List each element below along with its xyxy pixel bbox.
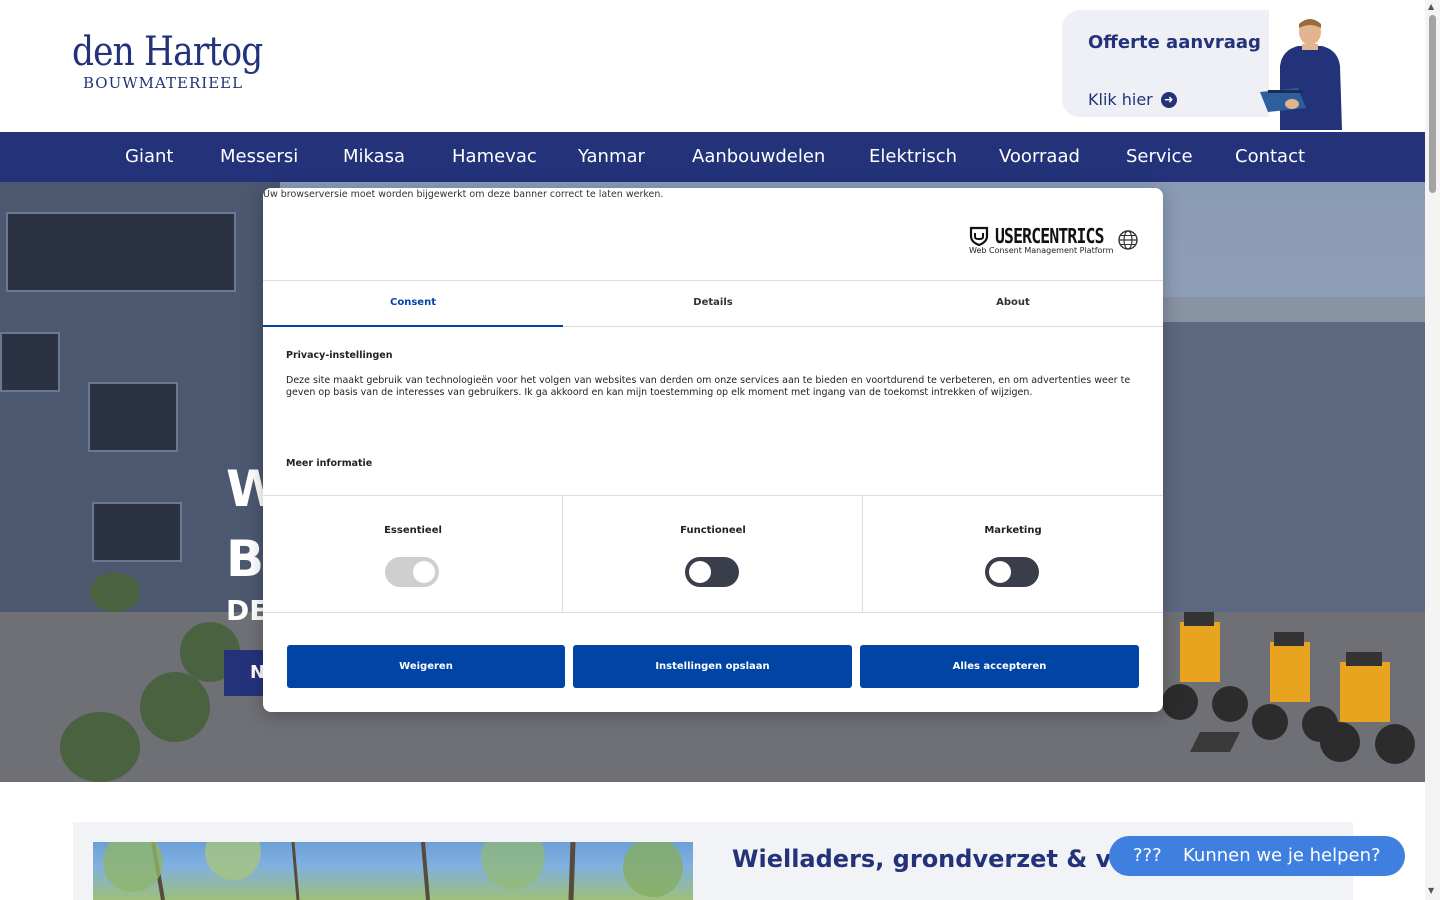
accept-all-button[interactable]: Alles accepteren	[860, 645, 1139, 688]
nav-item-service[interactable]: Service	[1126, 132, 1193, 182]
main-navigation: Giant Messersi Mikasa Hamevac Yanmar Aan…	[0, 132, 1425, 182]
category-label: Essentieel	[384, 525, 442, 536]
arrow-right-icon: ➜	[1160, 91, 1177, 108]
nav-item-hamevac[interactable]: Hamevac	[452, 132, 537, 182]
page-scrollbar[interactable]: ▲ ▼	[1425, 0, 1440, 900]
consent-dialog: Uw browserversie moet worden bijgewerkt …	[263, 188, 1163, 712]
hero-plant	[140, 672, 210, 742]
category-functional: Functioneel	[563, 496, 863, 612]
usercentrics-tagline: Web Consent Management Platform	[969, 246, 1114, 255]
category-marketing: Marketing	[863, 496, 1163, 612]
quote-request-link-label: Klik hier	[1088, 90, 1153, 109]
hero-plant	[60, 712, 140, 782]
tab-about[interactable]: About	[863, 281, 1163, 327]
consent-tabs: Consent Details About	[263, 280, 1163, 327]
nav-item-yanmar[interactable]: Yanmar	[578, 132, 645, 182]
consent-categories: Essentieel Functioneel Marketing	[263, 495, 1163, 613]
shield-icon	[969, 226, 989, 246]
logo-subtitle: BOUWMATERIEEL	[83, 74, 244, 92]
nav-item-mikasa[interactable]: Mikasa	[343, 132, 405, 182]
essential-toggle	[385, 557, 439, 587]
marketing-toggle[interactable]	[985, 557, 1039, 587]
salesman-photo	[1260, 19, 1342, 130]
nav-item-giant[interactable]: Giant	[125, 132, 173, 182]
chat-widget-button[interactable]: ??? Kunnen we je helpen?	[1109, 836, 1405, 876]
hero-wheel-loaders	[1162, 612, 1415, 764]
quote-request-link[interactable]: Klik hier ➜	[1088, 90, 1177, 109]
site-header: den Hartog BOUWMATERIEEL Offerte aanvraa…	[0, 0, 1425, 132]
privacy-settings-text: Deze site maakt gebruik van technologieë…	[286, 375, 1131, 398]
usercentrics-logo: USERCENTRICS Web Consent Management Plat…	[969, 224, 1113, 258]
tab-consent[interactable]: Consent	[263, 281, 563, 327]
trees-illustration	[103, 842, 683, 900]
functional-toggle[interactable]	[685, 557, 739, 587]
globe-icon[interactable]	[1118, 230, 1138, 250]
intro-photo	[93, 842, 693, 900]
nav-item-contact[interactable]: Contact	[1235, 132, 1305, 182]
save-settings-button[interactable]: Instellingen opslaan	[573, 645, 852, 688]
category-essential: Essentieel	[263, 496, 563, 612]
nav-item-aanbouwdelen[interactable]: Aanbouwdelen	[692, 132, 825, 182]
browser-warning: Uw browserversie moet worden bijgewerkt …	[263, 189, 664, 200]
category-label: Functioneel	[680, 525, 746, 536]
scrollbar-thumb[interactable]	[1429, 15, 1436, 193]
nav-item-voorraad[interactable]: Voorraad	[999, 132, 1080, 182]
privacy-settings-title: Privacy-instellingen	[286, 350, 393, 361]
tab-details[interactable]: Details	[563, 281, 863, 327]
usercentrics-brand: USERCENTRICS	[995, 224, 1104, 248]
quote-request-title: Offerte aanvraag	[1088, 32, 1261, 53]
chat-icon: ???	[1133, 845, 1162, 866]
more-info-link[interactable]: Meer informatie	[286, 458, 372, 469]
nav-item-elektrisch[interactable]: Elektrisch	[869, 132, 957, 182]
hero-title-line2: B	[226, 530, 265, 588]
hero-plant	[90, 572, 140, 612]
category-label: Marketing	[984, 525, 1042, 536]
quote-request-card[interactable]: Offerte aanvraag Klik hier ➜	[1062, 10, 1269, 117]
intro-heading: Wielladers, grondverzet & verdi	[732, 845, 1165, 873]
deny-button[interactable]: Weigeren	[287, 645, 565, 688]
logo-wordmark: den Hartog	[72, 29, 263, 75]
chat-label: Kunnen we je helpen?	[1183, 845, 1381, 866]
nav-item-messersi[interactable]: Messersi	[220, 132, 298, 182]
scroll-down-icon[interactable]: ▼	[1428, 886, 1434, 895]
scroll-up-icon[interactable]: ▲	[1428, 2, 1434, 11]
site-logo[interactable]: den Hartog BOUWMATERIEEL	[72, 29, 263, 100]
